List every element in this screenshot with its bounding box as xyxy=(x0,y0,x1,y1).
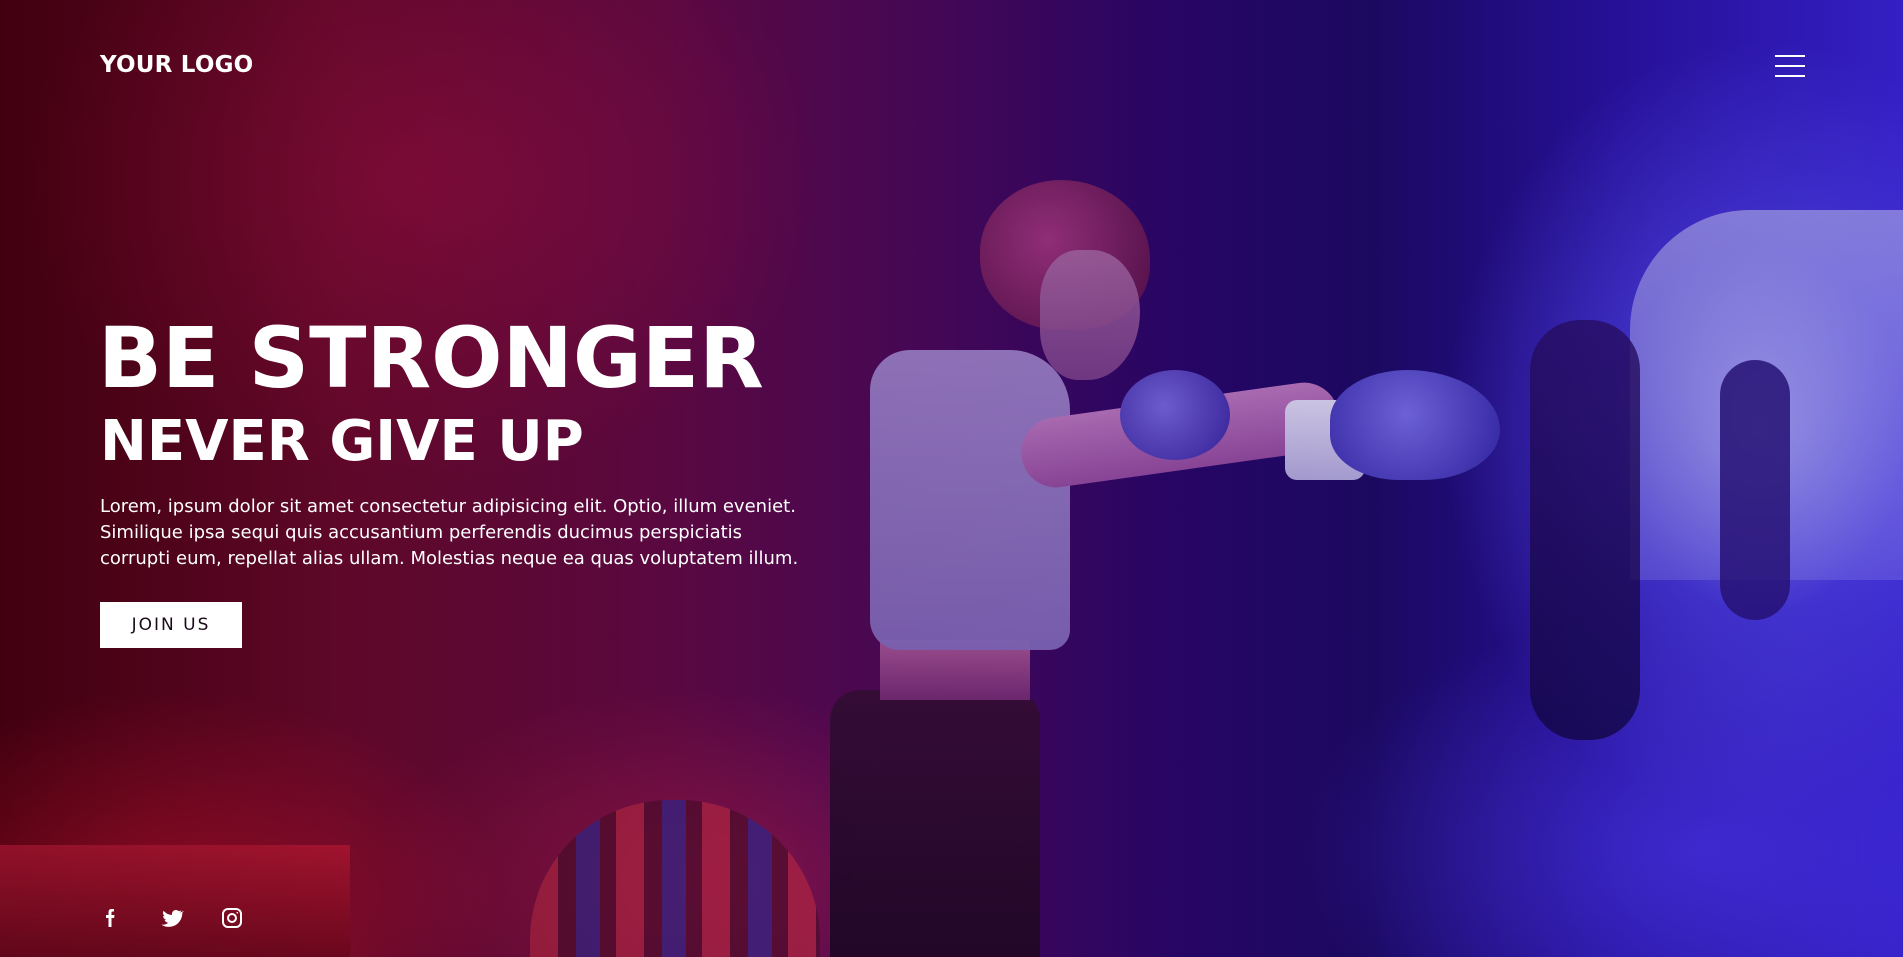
description-line: Similique ipsa sequi quis accusantium pe… xyxy=(100,522,743,543)
background-photo xyxy=(0,0,1903,957)
instagram-icon[interactable] xyxy=(220,906,244,930)
menu-line xyxy=(1775,65,1805,67)
hero-section: YOUR LOGO BE STRONGER NEVER GIVE UP Lore… xyxy=(0,0,1903,957)
menu-line xyxy=(1775,75,1805,77)
twitter-icon[interactable] xyxy=(160,906,184,930)
hero-headline: BE STRONGER xyxy=(98,309,764,407)
description-line: corrupti eum, repellat alias ullam. Mole… xyxy=(100,548,799,569)
hamburger-menu-icon[interactable] xyxy=(1775,55,1805,77)
description-line: Lorem, ipsum dolor sit amet consectetur … xyxy=(100,496,796,517)
site-logo[interactable]: YOUR LOGO xyxy=(100,52,253,78)
facebook-icon[interactable] xyxy=(100,906,124,930)
social-links xyxy=(100,906,280,930)
hero-description: Lorem, ipsum dolor sit amet consectetur … xyxy=(100,494,799,572)
join-us-button[interactable]: JOIN US xyxy=(100,602,242,648)
menu-line xyxy=(1775,55,1805,57)
hero-subheadline: NEVER GIVE UP xyxy=(100,409,584,474)
background-overlay xyxy=(0,0,1903,957)
